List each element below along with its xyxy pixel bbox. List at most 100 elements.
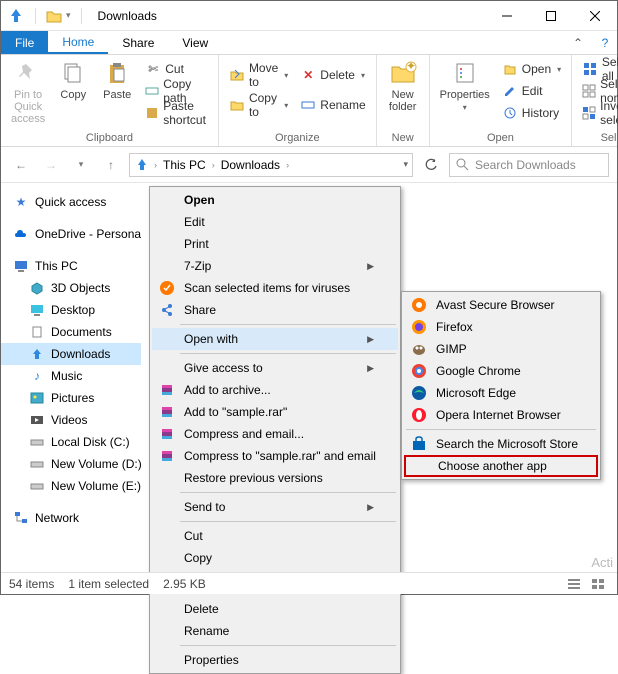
- new-folder-button[interactable]: ✦ New folder: [383, 57, 423, 115]
- ctx-open[interactable]: Open: [152, 189, 398, 211]
- drive-icon: [29, 456, 45, 472]
- nav-thispc[interactable]: This PC: [1, 255, 141, 277]
- cut-button[interactable]: ✄Cut: [141, 59, 212, 79]
- qat-separator: [35, 8, 36, 24]
- qat-folder-icon[interactable]: [46, 8, 62, 24]
- openwith-edge[interactable]: Microsoft Edge: [404, 382, 598, 404]
- tab-view[interactable]: View: [168, 31, 222, 54]
- qat-dropdown-icon[interactable]: ▾: [66, 10, 71, 21]
- openwith-avast[interactable]: Avast Secure Browser: [404, 294, 598, 316]
- copy-to-button[interactable]: Copy to▾: [225, 95, 292, 115]
- ctx-send-to[interactable]: Send to▶: [152, 496, 398, 518]
- nav-music[interactable]: ♪Music: [1, 365, 141, 387]
- properties-button[interactable]: Properties ▾: [436, 57, 494, 114]
- crumb-sep-icon[interactable]: ›: [212, 160, 215, 170]
- ctx-properties[interactable]: Properties: [152, 649, 398, 671]
- openwith-firefox[interactable]: Firefox: [404, 316, 598, 338]
- openwith-choose-another[interactable]: Choose another app: [404, 455, 598, 477]
- status-selected: 1 item selected: [68, 577, 149, 591]
- minimize-button[interactable]: [485, 1, 529, 31]
- edit-button[interactable]: Edit: [498, 81, 565, 101]
- paste-shortcut-button[interactable]: Paste shortcut: [141, 103, 212, 123]
- edge-icon: [410, 384, 428, 402]
- nav-network[interactable]: Network: [1, 507, 141, 529]
- refresh-button[interactable]: [419, 153, 443, 177]
- delete-button[interactable]: ✕Delete▾: [296, 65, 369, 85]
- nav-documents[interactable]: Documents: [1, 321, 141, 343]
- move-to-button[interactable]: Move to▾: [225, 65, 292, 85]
- paste-button[interactable]: Paste: [97, 57, 137, 103]
- open-icon: [502, 61, 518, 77]
- nav-desktop[interactable]: Desktop: [1, 299, 141, 321]
- nav-downloads[interactable]: Downloads: [1, 343, 141, 365]
- ctx-scan[interactable]: Scan selected items for viruses: [152, 277, 398, 299]
- ctx-compress-sample-email[interactable]: Compress to "sample.rar" and email: [152, 445, 398, 467]
- ctx-give-access[interactable]: Give access to▶: [152, 357, 398, 379]
- ribbon-expand-button[interactable]: ⌃: [563, 31, 593, 54]
- openwith-chrome[interactable]: Google Chrome: [404, 360, 598, 382]
- select-none-button[interactable]: Select none: [578, 81, 618, 101]
- ctx-open-with[interactable]: Open with▶: [152, 328, 398, 350]
- status-size: 2.95 KB: [163, 577, 206, 591]
- ctx-edit[interactable]: Edit: [152, 211, 398, 233]
- nav-onedrive[interactable]: OneDrive - Personal: [1, 223, 141, 245]
- search-box[interactable]: Search Downloads: [449, 153, 609, 177]
- crumb-thispc[interactable]: This PC: [161, 158, 208, 172]
- context-menu: Open Edit Print 7-Zip▶ Scan selected ite…: [149, 186, 401, 674]
- nav-quick-access[interactable]: ★Quick access: [1, 191, 141, 213]
- ctx-add-sample[interactable]: Add to "sample.rar": [152, 401, 398, 423]
- tab-home[interactable]: Home: [48, 31, 108, 54]
- select-all-button[interactable]: Select all: [578, 59, 618, 79]
- view-large-icons-button[interactable]: [587, 575, 609, 593]
- history-button[interactable]: History: [498, 103, 565, 123]
- nav-videos[interactable]: Videos: [1, 409, 141, 431]
- ctx-print[interactable]: Print: [152, 233, 398, 255]
- address-dropdown-icon[interactable]: ▾: [403, 159, 408, 170]
- openwith-store[interactable]: Search the Microsoft Store: [404, 433, 598, 455]
- tab-file[interactable]: File: [1, 31, 48, 54]
- address-bar[interactable]: › This PC › Downloads › ▾: [129, 153, 413, 177]
- help-button[interactable]: ?: [593, 31, 617, 54]
- ctx-rename[interactable]: Rename: [152, 620, 398, 642]
- copy-button[interactable]: Copy: [53, 57, 93, 103]
- ctx-add-archive[interactable]: Add to archive...: [152, 379, 398, 401]
- view-details-button[interactable]: [563, 575, 585, 593]
- search-icon: [456, 158, 469, 171]
- ctx-7zip[interactable]: 7-Zip▶: [152, 255, 398, 277]
- rename-button[interactable]: Rename: [296, 95, 369, 115]
- maximize-button[interactable]: [529, 1, 573, 31]
- back-button[interactable]: ←: [9, 153, 33, 177]
- forward-button[interactable]: →: [39, 153, 63, 177]
- open-button[interactable]: Open▾: [498, 59, 565, 79]
- ctx-cut[interactable]: Cut: [152, 525, 398, 547]
- cube-icon: [29, 280, 45, 296]
- pin-to-quick-access-button[interactable]: Pin to Quick access: [7, 57, 49, 127]
- copy-path-button[interactable]: Copy path: [141, 81, 212, 101]
- nav-new-volume-d[interactable]: New Volume (D:): [1, 453, 141, 475]
- tab-share[interactable]: Share: [108, 31, 168, 54]
- invert-icon: [582, 105, 596, 121]
- ctx-copy[interactable]: Copy: [152, 547, 398, 569]
- openwith-gimp[interactable]: GIMP: [404, 338, 598, 360]
- rar-icon: [158, 381, 176, 399]
- pictures-icon: [29, 390, 45, 406]
- network-icon: [13, 510, 29, 526]
- nav-local-disk-c[interactable]: Local Disk (C:): [1, 431, 141, 453]
- recent-dropdown[interactable]: ▾: [69, 153, 93, 177]
- crumb-sep-icon[interactable]: ›: [154, 160, 157, 170]
- openwith-opera[interactable]: Opera Internet Browser: [404, 404, 598, 426]
- properties-icon: [451, 59, 479, 87]
- ctx-compress-email[interactable]: Compress and email...: [152, 423, 398, 445]
- downloads-crumb-icon: [134, 157, 150, 173]
- crumb-downloads[interactable]: Downloads: [219, 158, 282, 172]
- ctx-delete[interactable]: Delete: [152, 598, 398, 620]
- ctx-restore[interactable]: Restore previous versions: [152, 467, 398, 489]
- invert-selection-button[interactable]: Invert selection: [578, 103, 618, 123]
- ctx-share[interactable]: Share: [152, 299, 398, 321]
- nav-new-volume-e[interactable]: New Volume (E:): [1, 475, 141, 497]
- crumb-sep-icon[interactable]: ›: [286, 160, 289, 170]
- nav-pictures[interactable]: Pictures: [1, 387, 141, 409]
- close-button[interactable]: [573, 1, 617, 31]
- up-button[interactable]: ↑: [99, 153, 123, 177]
- nav-3d-objects[interactable]: 3D Objects: [1, 277, 141, 299]
